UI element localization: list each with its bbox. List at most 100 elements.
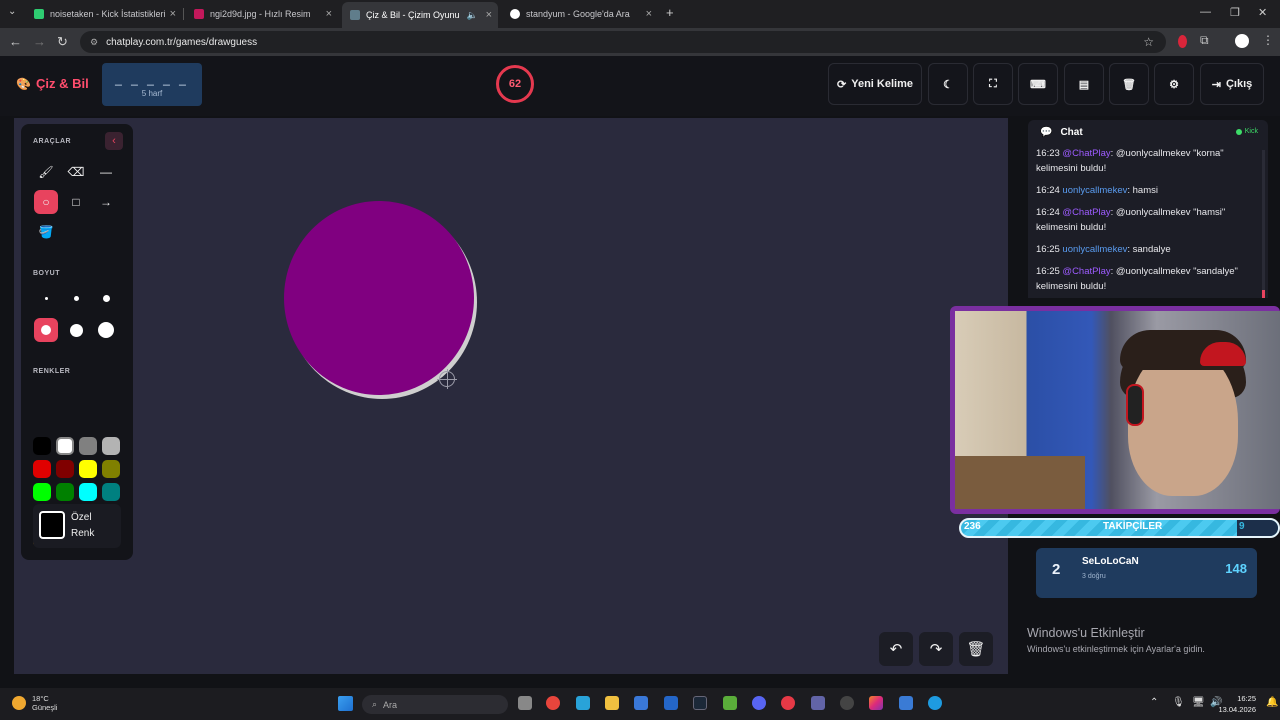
weather-widget[interactable]: 18°C Güneşli xyxy=(12,694,57,712)
color-swatch[interactable] xyxy=(102,483,120,501)
window-close-icon[interactable]: ✕ xyxy=(1258,6,1267,19)
line-tool[interactable]: — xyxy=(94,160,118,184)
teams-icon[interactable] xyxy=(811,696,825,710)
menu-kebab-icon[interactable]: ⋮ xyxy=(1262,33,1274,47)
profile-avatar[interactable] xyxy=(1235,34,1249,48)
archive-button[interactable]: ▤ xyxy=(1064,63,1104,105)
circle-tool[interactable]: ○ xyxy=(34,190,58,214)
task-view-icon[interactable] xyxy=(518,696,532,710)
size-4[interactable] xyxy=(34,318,58,342)
color-swatch[interactable] xyxy=(56,460,74,478)
color-swatch[interactable] xyxy=(33,460,51,478)
extensions-puzzle-icon[interactable]: ⧉ xyxy=(1200,33,1209,48)
tab-image[interactable]: ngi2d9d.jpg - Hızlı Resim × xyxy=(186,3,338,25)
app-logo[interactable]: 🎨 Çiz & Bil xyxy=(16,76,89,91)
size-3[interactable] xyxy=(94,286,118,310)
top-bar: 🎨 Çiz & Bil _ _ _ _ _ 5 harf 62 ⟳ Yeni K… xyxy=(0,56,1280,116)
extension-icon[interactable] xyxy=(1178,35,1187,48)
follower-goal-bar: 236 TAKİPÇİLER 9 xyxy=(959,518,1280,538)
color-swatch[interactable] xyxy=(79,460,97,478)
steam-icon[interactable] xyxy=(693,696,707,710)
reload-icon[interactable]: ↻ xyxy=(57,34,68,50)
network-icon[interactable]: 🖥 xyxy=(1192,697,1205,708)
app-icon[interactable] xyxy=(840,696,854,710)
discord-icon[interactable] xyxy=(752,696,766,710)
taskbar-search[interactable]: ⌕ Ara xyxy=(362,695,508,714)
rectangle-tool[interactable]: □ xyxy=(64,190,88,214)
kick-favicon-icon xyxy=(34,9,44,19)
app-icon[interactable] xyxy=(781,696,795,710)
file-explorer-icon[interactable] xyxy=(605,696,619,710)
close-icon[interactable]: × xyxy=(326,8,332,20)
windows-start-icon[interactable] xyxy=(338,696,353,711)
size-6[interactable] xyxy=(94,318,118,342)
size-5[interactable] xyxy=(64,318,88,342)
tab-kick-stats[interactable]: noisetaken - Kick İstatistikleri × xyxy=(26,3,184,25)
exit-label: Çıkış xyxy=(1225,78,1253,90)
site-info-icon[interactable]: ⚙ xyxy=(90,37,98,48)
search-icon: ⌕ xyxy=(372,699,378,709)
tab-google[interactable]: standyum - Google'da Ara × xyxy=(502,3,658,25)
color-swatch[interactable] xyxy=(102,460,120,478)
fullscreen-button[interactable]: ⛶ xyxy=(973,63,1013,105)
url-field[interactable]: ⚙ chatplay.com.tr/games/drawguess ☆ xyxy=(80,31,1166,53)
keyboard-button[interactable]: ⌨ xyxy=(1018,63,1058,105)
brush-tool[interactable]: 🖌 xyxy=(34,160,58,184)
system-clock[interactable]: 16:25 13.04.2026 xyxy=(1218,693,1256,715)
size-1[interactable] xyxy=(34,286,58,310)
message-user[interactable]: uonlycallmekev xyxy=(1062,244,1127,255)
instagram-icon[interactable] xyxy=(869,696,883,710)
chat-scrollbar[interactable] xyxy=(1262,150,1265,298)
tab-search-icon[interactable]: ⌄ xyxy=(8,6,16,17)
eraser-tool[interactable]: ⌫ xyxy=(64,160,88,184)
edge-icon[interactable] xyxy=(928,696,942,710)
delete-button[interactable]: 🗑 xyxy=(1109,63,1149,105)
color-swatch[interactable] xyxy=(33,483,51,501)
minecraft-icon[interactable] xyxy=(723,696,737,710)
store-icon[interactable] xyxy=(634,696,648,710)
size-2[interactable] xyxy=(64,286,88,310)
bookmark-star-icon[interactable]: ☆ xyxy=(1143,35,1154,49)
tab-drawguess[interactable]: Çiz & Bil - Çizim Oyunu 🔈 × xyxy=(342,2,498,28)
close-icon[interactable]: × xyxy=(646,8,652,20)
maximize-icon[interactable]: ❐ xyxy=(1230,6,1240,19)
chrome-icon[interactable] xyxy=(546,696,560,710)
color-swatch[interactable] xyxy=(102,437,120,455)
new-tab-plus-icon[interactable]: + xyxy=(666,5,674,20)
color-swatch[interactable] xyxy=(56,483,74,501)
mail-icon[interactable] xyxy=(664,696,678,710)
minimize-icon[interactable]: — xyxy=(1200,6,1211,18)
fill-tool[interactable]: 🪣 xyxy=(34,220,58,244)
message-user[interactable]: @ChatPlay xyxy=(1062,148,1110,159)
close-icon[interactable]: × xyxy=(170,8,176,20)
clear-canvas-button[interactable]: 🗑 xyxy=(959,632,993,666)
tray-chevron-icon[interactable]: ⌃ xyxy=(1150,697,1158,708)
settings-button[interactable]: ⚙ xyxy=(1154,63,1194,105)
redo-button[interactable]: ↷ xyxy=(919,632,953,666)
undo-button[interactable]: ↶ xyxy=(879,632,913,666)
dark-mode-button[interactable]: ☾ xyxy=(928,63,968,105)
color-swatch[interactable] xyxy=(33,437,51,455)
mic-icon[interactable]: 🎙 xyxy=(1172,697,1185,708)
color-swatch[interactable] xyxy=(79,437,97,455)
message-time: 16:25 xyxy=(1036,244,1063,255)
speaker-icon[interactable]: 🔈 xyxy=(467,10,478,21)
back-icon[interactable]: ← xyxy=(9,34,22,49)
close-icon[interactable]: × xyxy=(486,9,492,21)
message-user[interactable]: uonlycallmekev xyxy=(1062,185,1127,196)
message-user[interactable]: @ChatPlay xyxy=(1062,207,1110,218)
new-word-button[interactable]: ⟳ Yeni Kelime xyxy=(828,63,922,105)
trash-icon: 🗑 xyxy=(966,641,986,658)
app-icon[interactable] xyxy=(899,696,913,710)
collapse-panel-button[interactable]: ‹ xyxy=(105,132,123,150)
custom-color-button[interactable]: Özel Renk xyxy=(33,504,121,548)
message-user[interactable]: @ChatPlay xyxy=(1062,266,1110,277)
drawing-canvas[interactable]: ↶ ↷ 🗑 xyxy=(14,118,1008,674)
notification-icon[interactable]: 🔔 xyxy=(1266,697,1278,708)
color-swatch[interactable] xyxy=(56,437,74,455)
arrow-tool[interactable]: → xyxy=(94,190,118,214)
monitor-icon[interactable] xyxy=(576,696,590,710)
color-swatch[interactable] xyxy=(79,483,97,501)
exit-button[interactable]: ⇥ Çıkış xyxy=(1200,63,1264,105)
forward-icon[interactable]: → xyxy=(33,34,46,49)
